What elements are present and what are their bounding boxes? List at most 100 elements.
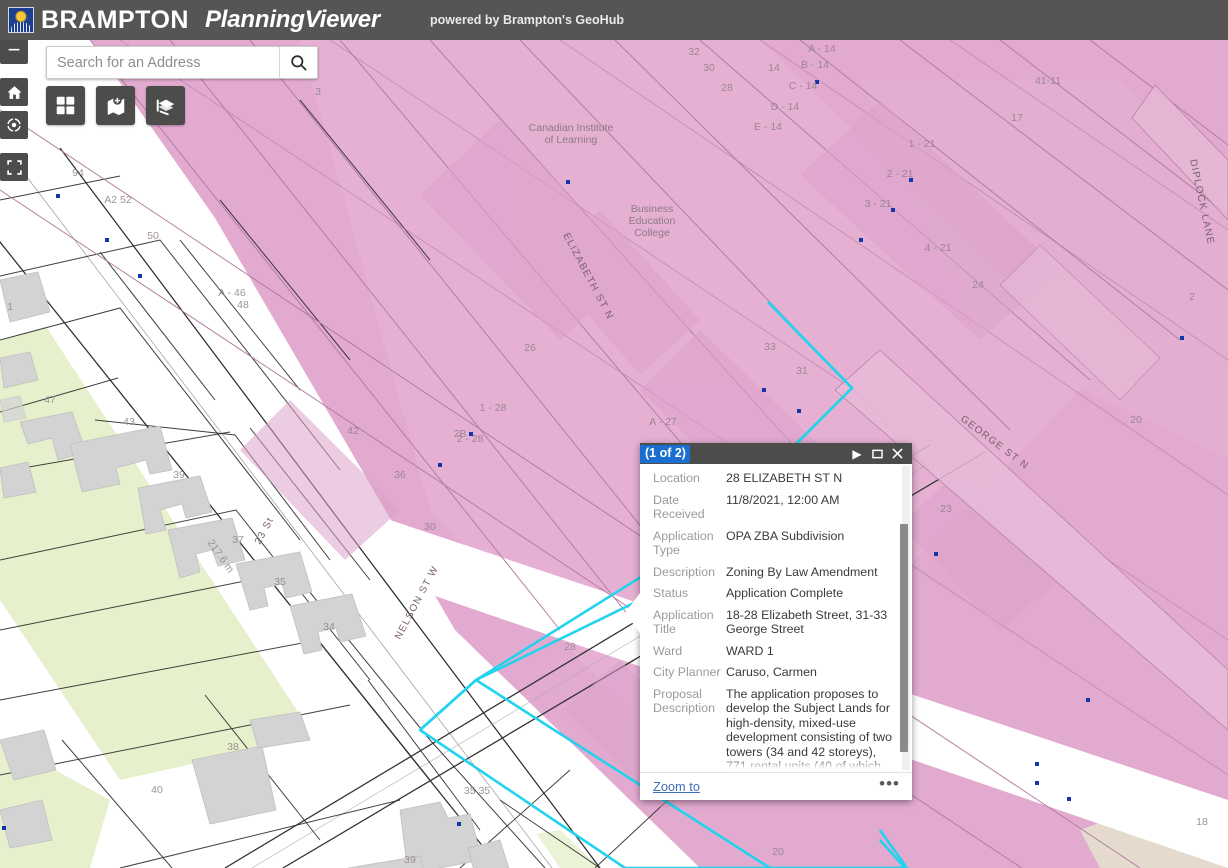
parcel-label: 28 (564, 641, 576, 653)
widget-toolbar (46, 86, 185, 125)
popup-field-label: Application Title (653, 607, 714, 637)
parcel-label: 48 (237, 299, 249, 311)
parcel-label: 42 (347, 425, 359, 437)
zoom-out-button[interactable]: − (0, 36, 28, 64)
parcel-label: 39 (173, 469, 185, 481)
powered-by-text: powered by Brampton's GeoHub (430, 13, 624, 27)
full-extent-button[interactable] (0, 153, 28, 181)
parcel-label: 37 (232, 534, 244, 546)
parcel-label: 34 (323, 621, 335, 633)
app-title: PlanningViewer (204, 6, 381, 33)
popup-field-label: Location (653, 471, 700, 485)
parcel-label: 47 (44, 394, 56, 406)
popup-maximize-button[interactable] (867, 444, 887, 464)
crosshair-locate-icon (5, 116, 23, 134)
search-input[interactable] (47, 47, 279, 78)
parcel-label: 20 (772, 846, 784, 858)
search-icon (291, 55, 307, 71)
parcel-label: 3 - 21 (865, 198, 892, 210)
parcel-label: 3 (315, 86, 321, 98)
home-icon (6, 85, 22, 99)
parcel-label: 20 (1130, 414, 1142, 426)
popup-field-row: City Planner Caruso, Carmen (653, 665, 900, 680)
popup-next-button[interactable]: ▶ (847, 444, 867, 464)
basemap-gallery-button[interactable] (46, 86, 85, 125)
parcel-label: C - 14 (789, 80, 818, 92)
place-label: Canadian Institute (529, 122, 614, 134)
place-label: of Learning (545, 134, 598, 146)
measure-button[interactable] (146, 86, 185, 125)
popup-field-value: Application Complete (726, 586, 844, 600)
parcel-label: 26 (524, 342, 536, 354)
popup-field-label: Date Received (653, 492, 705, 522)
add-data-button[interactable] (96, 86, 135, 125)
popup-field-value: WARD 1 (726, 643, 774, 658)
popup-scrollbar-thumb[interactable] (900, 524, 908, 752)
popup-footer: Zoom to ••• (640, 772, 912, 800)
search-button[interactable] (279, 47, 317, 78)
parcel-label: 4 - 21 (925, 242, 952, 254)
parcel-label: 17 (1011, 112, 1023, 124)
feature-popup[interactable]: (1 of 2) ▶ Location 28 ELIZABETH ST N Date… (625, 443, 912, 800)
default-extent-button[interactable] (0, 78, 28, 106)
popup-field-row: Ward WARD 1 (653, 644, 900, 659)
popup-field-label: Status (653, 586, 689, 600)
popup-close-button[interactable] (887, 444, 907, 464)
parcel-label: A - 46 (218, 287, 246, 299)
my-location-button[interactable] (0, 111, 28, 139)
parcel-label: 30 (424, 521, 436, 533)
parcel-label: 35 35 (464, 785, 490, 797)
popup-field-value: OPA ZBA Subdivision (726, 528, 845, 543)
parcel-label: 43 (123, 416, 135, 428)
brampton-crest-logo (8, 7, 34, 33)
popup-more-options-button[interactable]: ••• (879, 775, 900, 793)
popup-field-row: Date Received 11/8/2021, 12:00 AM (653, 493, 900, 522)
map-plus-icon (107, 95, 124, 115)
parcel-label: 1 - 21 (909, 138, 936, 150)
place-label: Business (631, 203, 674, 215)
popup-field-row: Status Application Complete (653, 586, 900, 601)
maximize-icon (871, 449, 883, 458)
popup-attribute-list[interactable]: Location 28 ELIZABETH ST N Date Received 11… (640, 464, 912, 772)
popup-field-label: Description (653, 564, 715, 579)
popup-field-value: Zoning By Law Amendment (726, 564, 878, 579)
parcel-label: 24 (972, 279, 984, 291)
address-search[interactable] (46, 46, 318, 79)
zoom-to-link[interactable]: Zoom to (653, 779, 700, 794)
parcel-label: 94 (72, 167, 84, 179)
place-label: College (634, 227, 670, 239)
layers-ruler-icon (156, 98, 174, 115)
popup-field-row: Application Title 18-28 Elizabeth Street,… (653, 608, 900, 637)
popup-field-value: 18-28 Elizabeth Street, 31-33 George Str… (726, 607, 888, 637)
parcel-label: 50 (147, 230, 159, 242)
popup-field-row: Location 28 ELIZABETH ST N (653, 471, 900, 486)
brand-name: BRAMPTON (41, 5, 189, 34)
parcel-label: A - 14 (808, 43, 836, 55)
parcel-label: 32 (688, 46, 700, 58)
parcel-label: E - 14 (754, 121, 782, 133)
map-graphics: NELSON ST WGEORGE ST NDIPLOCK LANE23 StE… (0, 40, 1228, 868)
popup-scrollbar-track[interactable] (900, 466, 910, 770)
parcel-label: 18 (1196, 816, 1208, 828)
popup-record-counter: (1 of 2) (640, 444, 690, 463)
parcel-label: 41-11 (1035, 75, 1061, 87)
popup-field-value: Caruso, Carmen (726, 665, 817, 679)
popup-field-row: Proposal Description The application prop… (653, 687, 900, 773)
parcel-label: 36 (394, 469, 406, 481)
popup-titlebar: (1 of 2) ▶ (640, 443, 912, 464)
parcel-label: 14 (768, 62, 780, 74)
parcel-label: 23 (940, 503, 952, 515)
parcel-label: 33 (764, 341, 776, 353)
map-canvas[interactable]: NELSON ST W GEORGE ST N DIPLOCK LANE 23 St E… (0, 40, 1228, 868)
parcel-label: 35 (274, 576, 286, 588)
close-icon (891, 448, 903, 459)
parcel-label: 2 - 28 (457, 433, 484, 445)
parcel-label: 2 (1189, 291, 1195, 303)
minus-icon: − (7, 37, 21, 62)
popup-field-row: Application Type OPA ZBA Subdivision (653, 529, 900, 558)
parcel-label: 2 - 21 (887, 168, 914, 180)
parcel-label: 39 (404, 854, 416, 866)
popup-field-label: City Planner (653, 665, 721, 679)
parcel-label: D - 14 (771, 101, 800, 113)
popup-field-label: Application Type (653, 528, 714, 558)
